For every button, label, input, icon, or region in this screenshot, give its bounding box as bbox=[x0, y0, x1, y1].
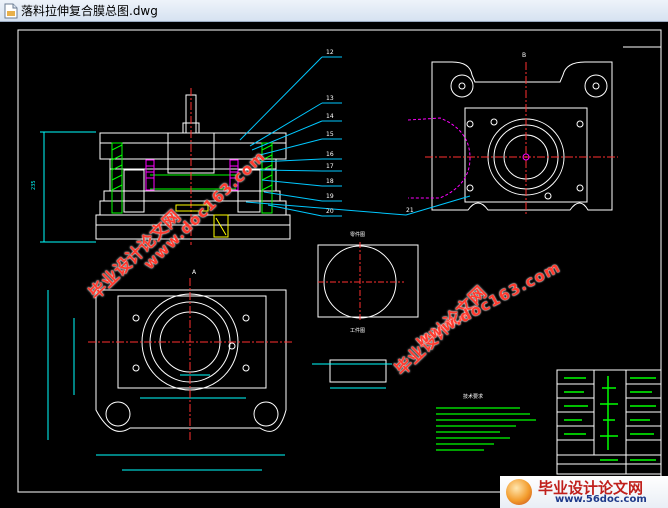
part-number-19: 19 bbox=[326, 193, 334, 200]
part-number-12: 12 bbox=[326, 49, 334, 56]
view-label-b: B bbox=[522, 52, 526, 59]
part-drawing-label: 零件图 bbox=[350, 231, 365, 238]
drawing-canvas[interactable]: 235 12 13 14 15 16 17 18 19 20 21 B 零件图 … bbox=[0, 22, 668, 508]
notes-title: 技术要求 bbox=[463, 393, 483, 400]
bottom-view-a: A bbox=[47, 269, 292, 471]
part-number-20: 20 bbox=[326, 208, 334, 215]
cad-drawing: 235 12 13 14 15 16 17 18 19 20 21 B 零件图 … bbox=[17, 29, 662, 493]
logo-ball-icon bbox=[506, 479, 532, 505]
view-label-a: A bbox=[192, 269, 197, 276]
workpiece-label: 工件图 bbox=[350, 327, 365, 334]
section-view: 235 bbox=[31, 56, 407, 245]
svg-text:235: 235 bbox=[31, 180, 37, 190]
part-number-18: 18 bbox=[326, 178, 334, 185]
part-number-15: 15 bbox=[326, 131, 334, 138]
part-number-14: 14 bbox=[326, 113, 334, 120]
part-number-16: 16 bbox=[326, 151, 334, 158]
part-number-13: 13 bbox=[326, 95, 334, 102]
site-logo: 毕业设计论文网 www.56doc.com bbox=[500, 476, 668, 508]
dwg-file-icon bbox=[4, 3, 18, 19]
technical-notes: 技术要求 bbox=[436, 393, 536, 451]
window-title: 落料拉伸复合膜总图.dwg bbox=[21, 4, 158, 18]
top-view-b: B bbox=[405, 52, 618, 216]
part-number-17: 17 bbox=[326, 163, 334, 170]
logo-url: www.56doc.com bbox=[555, 494, 647, 505]
part-number-labels: 12 13 14 15 16 17 18 19 20 21 bbox=[326, 49, 414, 215]
title-block bbox=[556, 369, 662, 475]
title-bar: 落料拉伸复合膜总图.dwg bbox=[0, 0, 668, 22]
